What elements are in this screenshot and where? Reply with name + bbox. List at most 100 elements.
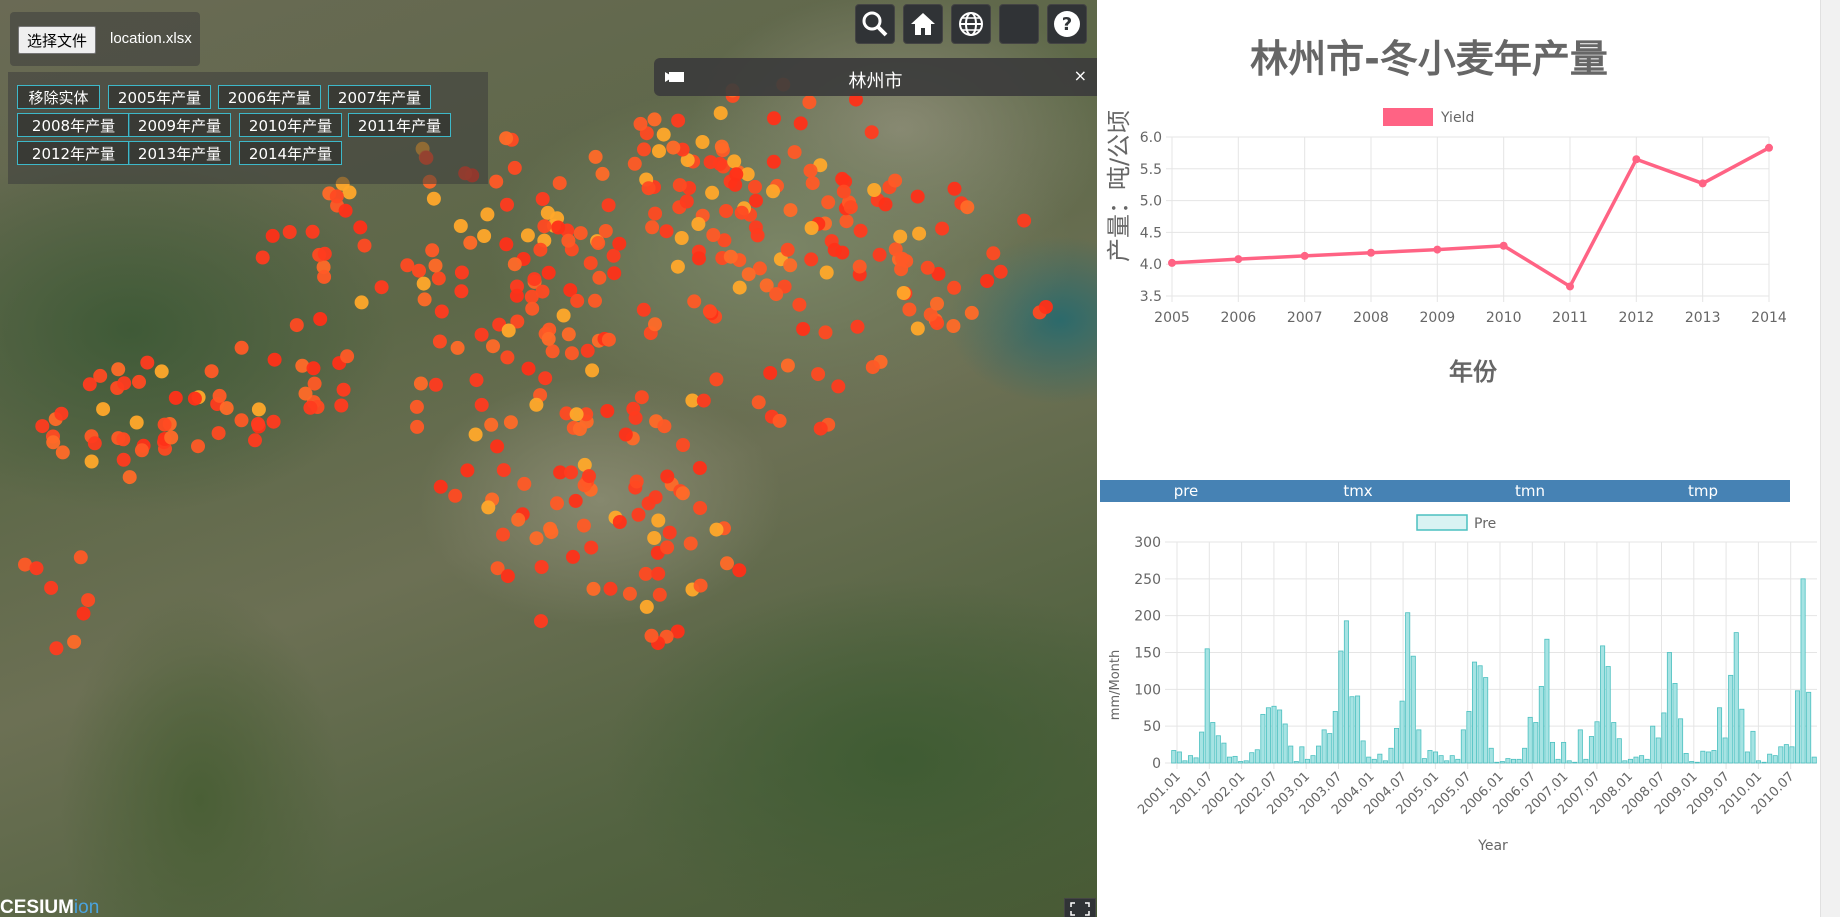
yield-point-marker[interactable] [481,500,496,515]
year-2013-button[interactable]: 2013年产量 [128,141,231,165]
pre-bar[interactable] [1293,761,1299,764]
pre-bar[interactable] [1627,758,1633,764]
yield-point-marker[interactable] [878,197,893,212]
pre-bar[interactable] [1460,729,1466,764]
yield-point-marker[interactable] [533,242,548,257]
yield-point-marker[interactable] [410,419,425,434]
yield-point-marker[interactable] [893,229,908,244]
pre-bar[interactable] [1767,753,1773,764]
pre-bar[interactable] [1633,756,1639,764]
yield-point-marker[interactable] [336,382,351,397]
yield-point-marker[interactable] [600,404,615,418]
pre-bar[interactable] [1694,761,1700,764]
pre-bar[interactable] [1577,729,1583,764]
yield-point-marker[interactable] [651,566,666,581]
year-2008-button[interactable]: 2008年产量 [17,113,130,137]
yield-point-marker[interactable] [329,189,344,204]
yield-point-marker[interactable] [520,228,535,243]
yield-point-marker[interactable] [894,262,909,277]
tab-tmp[interactable]: tmp [1616,480,1790,502]
yield-point-marker[interactable] [853,223,868,238]
pre-bar[interactable] [1377,753,1383,764]
yield-point-marker[interactable] [666,140,681,155]
pre-bar[interactable] [1672,683,1678,764]
yield-point-marker[interactable] [132,374,146,389]
yield-point-marker[interactable] [431,271,446,286]
yield-point-marker[interactable] [129,415,144,430]
yield-point-marker[interactable] [993,264,1008,279]
pre-bar[interactable] [1226,756,1232,764]
yield-point-marker[interactable] [659,224,674,239]
pre-bar[interactable] [1655,737,1661,764]
yield-point-marker[interactable] [930,296,944,311]
yield-point-marker[interactable] [496,463,511,478]
pre-bar[interactable] [1399,700,1405,764]
yield-point-marker[interactable] [116,432,131,447]
yield-point-marker[interactable] [647,112,662,127]
pre-bar[interactable] [1271,705,1277,764]
yield-point-marker[interactable] [732,280,747,295]
yield-point-marker[interactable] [792,297,807,312]
pre-bar[interactable] [1360,740,1366,764]
pre-bar[interactable] [1405,612,1411,764]
yield-point-marker[interactable] [541,331,556,346]
yield-point-marker[interactable] [521,361,536,376]
help-button[interactable]: ? [1047,4,1087,44]
yield-point-marker[interactable] [588,149,603,164]
yield-point-marker[interactable] [96,402,111,417]
pre-bar[interactable] [1466,711,1472,764]
yield-point-marker[interactable] [503,415,518,430]
geocoder-search-button[interactable] [855,4,895,44]
yield-point-marker[interactable] [111,362,126,377]
tab-pre[interactable]: pre [1100,480,1272,502]
yield-point-marker[interactable] [73,550,88,565]
yield-point-marker[interactable] [450,340,465,355]
yield-point-marker[interactable] [595,166,610,181]
yield-point-marker[interactable] [584,540,599,555]
yield-point-marker[interactable] [566,549,580,564]
yield-point-marker[interactable] [187,391,202,406]
yield-point-marker[interactable] [618,427,633,442]
pre-bar[interactable] [1471,661,1478,764]
pre-bar[interactable] [1199,731,1205,764]
yield-point-marker[interactable] [354,295,369,310]
yield-point-marker[interactable] [568,493,583,508]
yield-point-marker[interactable] [486,339,500,354]
pre-bar[interactable] [1733,632,1739,764]
yield-point-marker[interactable] [454,284,469,299]
year-2006-button[interactable]: 2006年产量 [218,85,321,109]
yield-point-marker[interactable] [425,243,440,258]
remove-entities-button[interactable]: 移除实体 [17,85,100,109]
yield-point-marker[interactable] [732,563,747,578]
yield-point-marker[interactable] [534,560,549,574]
yield-point-marker[interactable] [629,474,644,489]
yield-point-marker[interactable] [413,376,428,391]
pre-bar[interactable] [1260,713,1266,764]
yield-point-marker[interactable] [647,531,662,545]
pre-bar[interactable] [1516,758,1522,764]
yield-point-marker[interactable] [428,377,443,392]
pre-bar[interactable] [1238,761,1244,764]
yield-point-marker[interactable] [298,386,313,401]
yield-point-marker[interactable] [93,368,108,383]
pre-bar[interactable] [1527,716,1533,764]
yield-point-marker[interactable] [986,246,1001,261]
yield-point-marker[interactable] [570,293,585,308]
yield-point-marker[interactable] [556,308,571,323]
pre-bar[interactable] [1705,751,1711,764]
year-2012-button[interactable]: 2012年产量 [17,141,130,165]
yield-point-marker[interactable] [433,479,448,494]
yield-point-marker[interactable] [734,205,749,220]
yield-point-marker[interactable] [463,235,478,250]
page-scrollbar[interactable] [1820,0,1840,917]
year-2009-button[interactable]: 2009年产量 [128,113,231,137]
base-layer-picker-button[interactable] [999,4,1039,44]
pre-bar[interactable] [1794,690,1801,764]
pre-bar[interactable] [1494,761,1500,764]
yield-point-marker[interactable] [561,327,576,342]
yield-point-marker[interactable] [529,397,544,412]
yield-point-marker[interactable] [564,465,578,480]
yield-point-marker[interactable] [662,525,677,540]
yield-point-marker[interactable] [289,318,304,333]
yield-point-marker[interactable] [496,527,510,542]
